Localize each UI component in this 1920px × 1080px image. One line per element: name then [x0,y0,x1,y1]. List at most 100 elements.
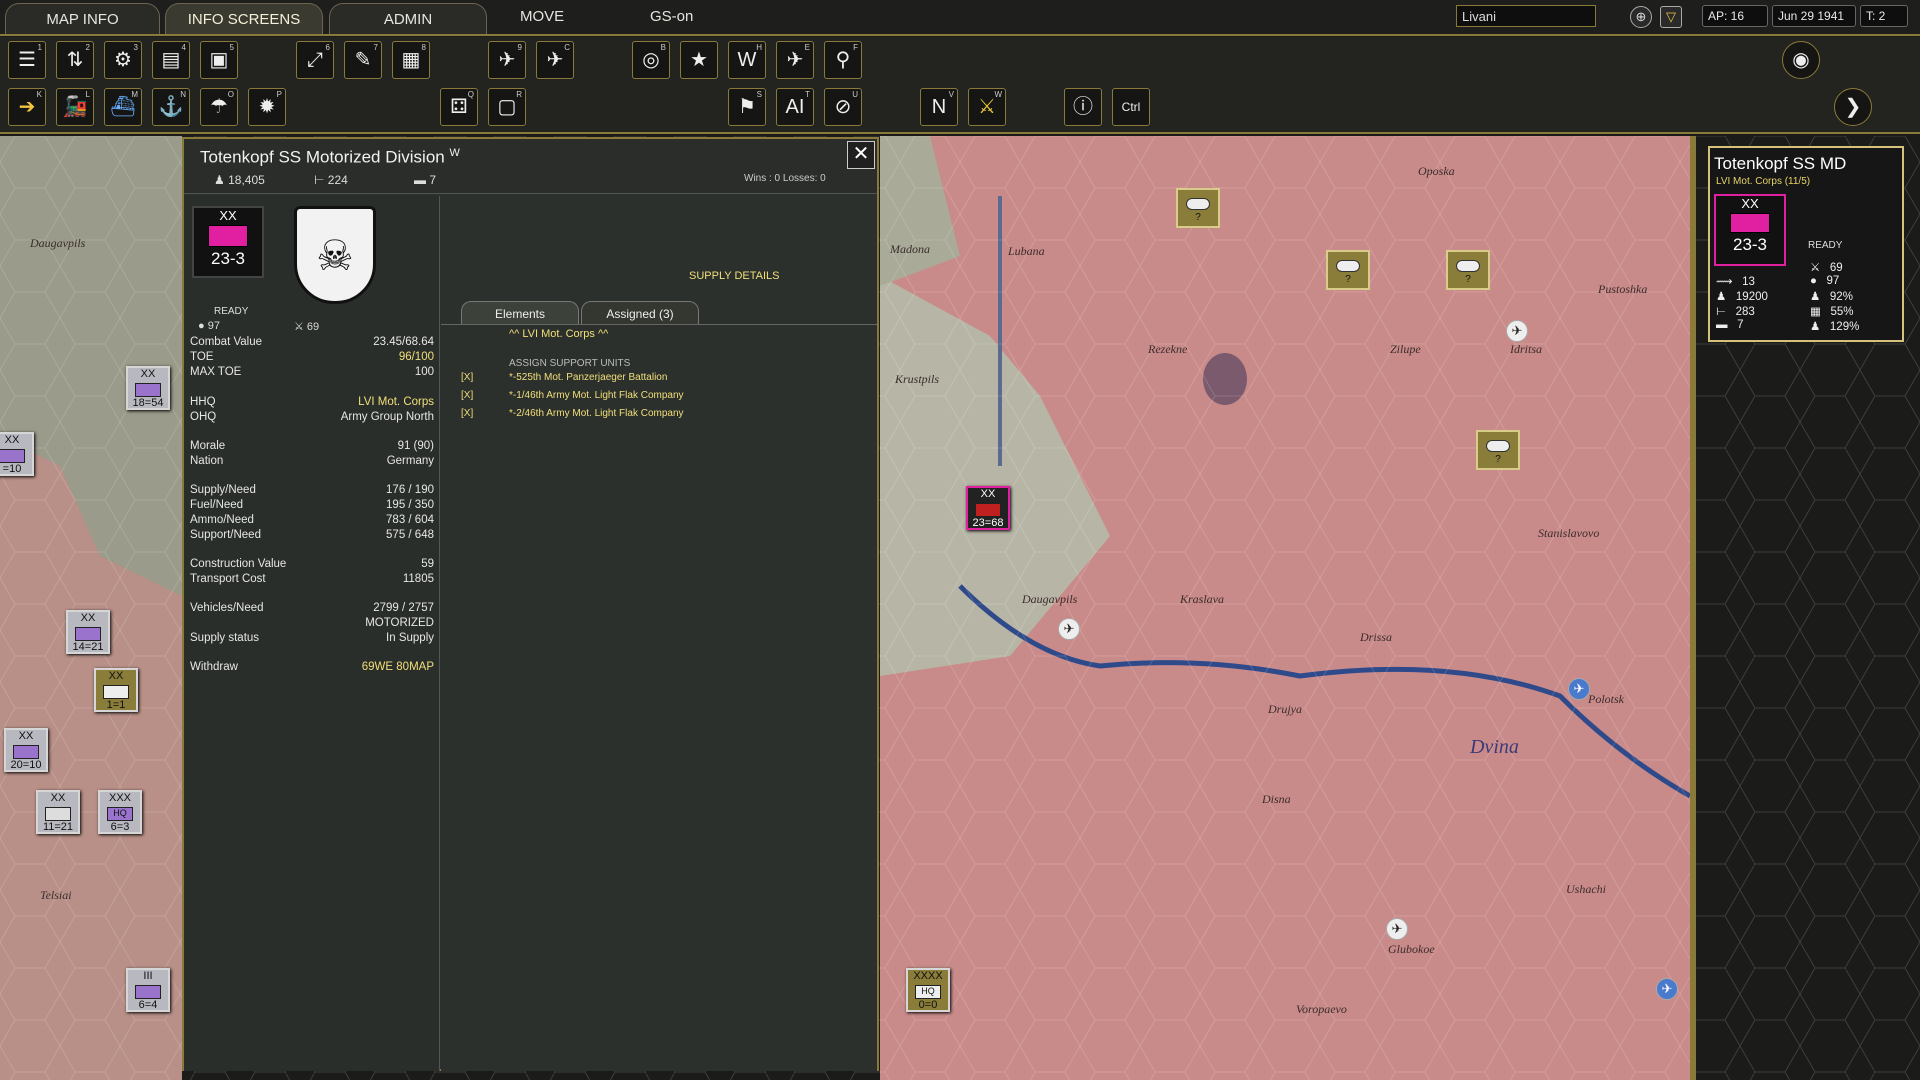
air-list-button[interactable]: ✈ C [536,41,574,79]
unknown-soviet-unit[interactable]: ? [1446,250,1490,290]
selected-unit-counter[interactable]: XX 23=68 [966,486,1010,530]
unit-elements-column: SUPPLY DETAILS Elements Assigned (3) ^^ … [441,196,877,1071]
weather-button[interactable]: WH [728,41,766,79]
naval-icon[interactable]: ⚓ N [152,88,190,126]
map-label: Zilupe [1390,342,1421,356]
airfield-icon[interactable]: ✈ [1058,618,1080,640]
unit-counter-large: XX 23-3 [192,206,264,278]
globe-icon[interactable]: ⊕ [1630,6,1652,28]
panel-header: Totenkopf SS Motorized Division W ♟ 18,4… [184,139,877,194]
ctrl-button[interactable]: Ctrl [1112,88,1150,126]
tab-admin[interactable]: ADMIN [329,3,487,34]
map-label: Daugavpils [30,236,86,250]
unit-status: READY [214,306,249,317]
edit-button[interactable]: ✎ 7 [344,41,382,79]
german-hq-counter[interactable]: XXX HQ 6=3 [98,790,142,834]
stat-row: Nation Germany [190,455,434,467]
summary-mp: ⟿ 13 [1716,276,1755,288]
location-search-input[interactable] [1456,5,1596,27]
paradrop-icon[interactable]: ☂ O [200,88,238,126]
flag-icon[interactable]: ⚑ S [728,88,766,126]
remove-support-toggle[interactable]: [X] [461,372,473,383]
tab-info-screens[interactable]: INFO SCREENS [165,3,323,34]
air-unit-button[interactable]: ✈ 9 [488,41,526,79]
tab-divider [441,324,877,325]
stat-row: Support/Need 575 / 648 [190,529,434,541]
stat-row: Transport Cost 11805 [190,573,434,585]
german-unit-counter[interactable]: XX 18=54 [126,366,170,410]
support-unit[interactable]: *-1/46th Army Mot. Light Flak Company [509,390,684,401]
combat-icon[interactable]: ⚔ W [968,88,1006,126]
map-label: Telsiai [40,888,72,902]
report-button[interactable]: ▣ 5 [200,41,238,79]
formation-button[interactable]: ⚃ Q [440,88,478,126]
filter-icon[interactable]: ▽ [1660,6,1682,28]
german-unit-counter[interactable]: XX 20=10 [4,728,48,772]
unit-summary-card[interactable]: Totenkopf SS MD LVI Mot. Corps (11/5) XX… [1708,146,1904,342]
airfield-icon[interactable]: ✈ [1506,320,1528,342]
unknown-soviet-unit[interactable]: ? [1476,430,1520,470]
map-label: Idritsa [1510,342,1543,356]
commander-button[interactable]: ◉ [1782,41,1820,79]
info-button[interactable]: ⓘ [1064,88,1102,126]
summary-pct-vehicles: ♟ 129% [1810,321,1860,333]
assign-support-header: ASSIGN SUPPORT UNITS [509,358,631,369]
unknown-soviet-unit[interactable]: ? [1176,188,1220,228]
stat-row: Combat Value 23.45/68.64 [190,336,434,348]
stat-row: MAX TOE 100 [190,366,434,378]
german-unit-counter[interactable]: III 6=4 [126,968,170,1012]
german-unit-counter[interactable]: XX 14=21 [66,610,110,654]
train-icon[interactable]: 🚂 L [56,88,94,126]
skull-insignia-icon: ☠ [294,206,376,304]
summary-tanks: ▬ 7 [1716,319,1744,331]
summary-pct-support: ▦ 55% [1810,306,1854,318]
support-unit[interactable]: *-2/46th Army Mot. Light Flak Company [509,408,684,419]
end-turn-button[interactable]: ❯ [1834,88,1872,126]
transfer-button[interactable]: ⤢ 6 [296,41,334,79]
production-button[interactable]: ⇅ 2 [56,41,94,79]
star-icon[interactable]: ★ [680,41,718,79]
stat-row: Supply status In Supply [190,632,434,644]
map-edge-border [1690,136,1696,1080]
settings-button[interactable]: ⚙ 3 [104,41,142,79]
top-menu-bar: MAP INFO INFO SCREENS ADMIN MOVE GS-on ⊕… [0,0,1920,36]
corps-header[interactable]: ^^ LVI Mot. Corps ^^ [509,328,608,340]
german-unit-counter[interactable]: XX 11=21 [36,790,80,834]
summary-status: READY [1808,240,1843,251]
airfield-icon[interactable]: ✈ [1656,978,1678,1000]
unit-list-button[interactable]: ☰ 1 [8,41,46,79]
stat-row[interactable]: HHQ LVI Mot. Corps [190,396,434,411]
tab-map-info[interactable]: MAP INFO [5,3,160,34]
tab-elements[interactable]: Elements [461,301,579,325]
german-unit-counter[interactable]: XX =10 [0,432,34,476]
document-button[interactable]: ▦ 8 [392,41,430,79]
air-doctrine-button[interactable]: ✈ E [776,41,814,79]
stat-row[interactable]: OHQ Army Group North [190,411,434,426]
chart-button[interactable]: ▤ 4 [152,41,190,79]
remove-support-toggle[interactable]: [X] [461,390,473,401]
airfield-icon[interactable]: ✈ [1386,918,1408,940]
supply-details-link[interactable]: SUPPLY DETAILS [689,270,779,282]
action-points: AP: 16 [1702,5,1768,27]
support-unit[interactable]: *-525th Mot. Panzerjaeger Battalion [509,372,667,383]
world-button[interactable]: ◎ B [632,41,670,79]
tab-assigned[interactable]: Assigned (3) [581,301,699,325]
unknown-soviet-unit[interactable]: ? [1326,250,1370,290]
close-icon[interactable]: ✕ [847,141,875,169]
german-army-hq-counter[interactable]: XXXX HQ 0=0 [906,968,950,1012]
ai-button[interactable]: AI T [776,88,814,126]
arrow-right-icon[interactable]: ➔ K [8,88,46,126]
german-unit-counter[interactable]: XX 1=1 [94,668,138,712]
tab-move[interactable]: MOVE [520,8,564,25]
map-label: Glubokoe [1388,942,1435,956]
ai-off-button[interactable]: ⊘ U [824,88,862,126]
ship-icon[interactable]: ⛴ M [104,88,142,126]
remove-support-toggle[interactable]: [X] [461,408,473,419]
summary-subtitle: LVI Mot. Corps (11/5) [1716,176,1811,187]
tab-gs-on[interactable]: GS-on [650,8,693,25]
search-button[interactable]: ⚲ F [824,41,862,79]
news-button[interactable]: NV [920,88,958,126]
bombard-icon[interactable]: ✹ P [248,88,286,126]
frame-button[interactable]: ▢ R [488,88,526,126]
airfield-icon[interactable]: ✈ [1568,678,1590,700]
